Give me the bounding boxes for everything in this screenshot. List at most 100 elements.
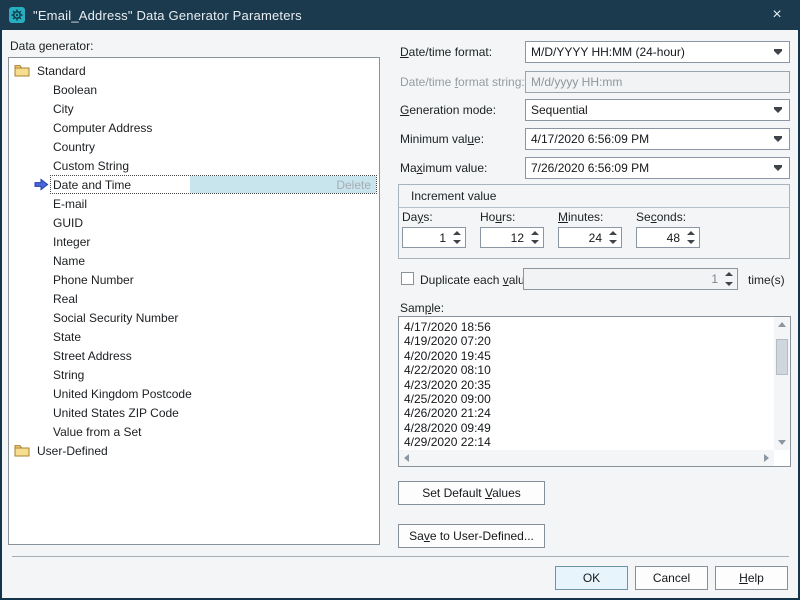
tree-item-guid[interactable]: GUID xyxy=(9,213,379,232)
group-divider xyxy=(399,207,789,208)
spin-down-icon[interactable] xyxy=(722,279,736,289)
tree-item-united-states-zip-code[interactable]: United States ZIP Code xyxy=(9,403,379,422)
scroll-up-icon[interactable] xyxy=(778,322,786,327)
tree-item-label: Social Security Number xyxy=(9,311,178,325)
save-to-user-defined-button[interactable]: Save to User-Defined... xyxy=(398,524,545,548)
spin-up-icon[interactable] xyxy=(684,228,698,238)
format-string-input: M/d/yyyy HH:mm xyxy=(525,71,790,93)
tree-item-label: E-mail xyxy=(9,197,87,211)
sample-item[interactable]: 4/20/2020 19:45 xyxy=(404,349,773,363)
sample-item[interactable]: 4/28/2020 09:49 xyxy=(404,421,773,435)
cancel-label: Cancel xyxy=(653,571,690,585)
close-button[interactable]: × xyxy=(754,0,800,30)
tree-item-label: Country xyxy=(9,140,95,154)
spin-up-icon[interactable] xyxy=(528,228,542,238)
hours-stepper[interactable]: 12 xyxy=(480,227,544,248)
folder-icon xyxy=(14,64,30,77)
spin-down-icon[interactable] xyxy=(684,238,698,248)
tree-item-state[interactable]: State xyxy=(9,327,379,346)
sample-label: Sample: xyxy=(400,301,444,315)
selected-row-focusbox: Date and TimeDelete xyxy=(50,175,377,194)
minutes-stepper[interactable]: 24 xyxy=(558,227,622,248)
tree-item-label: Standard xyxy=(37,64,86,78)
horizontal-scrollbar[interactable] xyxy=(399,450,774,466)
tree-item-custom-string[interactable]: Custom String xyxy=(9,156,379,175)
datetime-format-label: Date/time format: xyxy=(400,45,492,59)
spin-down-icon[interactable] xyxy=(528,238,542,248)
tree-item-computer-address[interactable]: Computer Address xyxy=(9,118,379,137)
sample-item[interactable]: 4/23/2020 20:35 xyxy=(404,378,773,392)
set-default-values-label: Set Default Values xyxy=(422,486,521,500)
tree-item-phone-number[interactable]: Phone Number xyxy=(9,270,379,289)
spin-down-icon[interactable] xyxy=(606,238,620,248)
datetime-format-value: M/D/YYYY HH:MM (24-hour) xyxy=(531,45,685,59)
tree-item-street-address[interactable]: Street Address xyxy=(9,346,379,365)
sample-item[interactable]: 4/25/2020 09:00 xyxy=(404,392,773,406)
sample-item[interactable]: 4/29/2020 22:14 xyxy=(404,435,773,449)
seconds-label: Seconds: xyxy=(636,210,686,224)
minimum-value-combo[interactable]: 4/17/2020 6:56:09 PM xyxy=(525,128,790,150)
sample-listbox: 4/17/2020 18:564/19/2020 07:204/20/2020 … xyxy=(398,316,791,467)
maximum-value-text: 7/26/2020 6:56:09 PM xyxy=(531,161,649,175)
scrollbar-thumb[interactable] xyxy=(776,339,788,375)
sample-item[interactable]: 4/17/2020 18:56 xyxy=(404,320,773,334)
spin-down-icon[interactable] xyxy=(450,238,464,248)
tree-item-integer[interactable]: Integer xyxy=(9,232,379,251)
selected-item-arrow-icon xyxy=(34,178,49,191)
data-generator-tree: Standard BooleanCityComputer Address Count… xyxy=(8,57,380,545)
sample-item[interactable]: 4/19/2020 07:20 xyxy=(404,334,773,348)
spin-up-icon[interactable] xyxy=(450,228,464,238)
tree-item-string[interactable]: String xyxy=(9,365,379,384)
sample-item[interactable]: 4/26/2020 21:24 xyxy=(404,406,773,420)
tree-item-real[interactable]: Real xyxy=(9,289,379,308)
set-default-values-button[interactable]: Set Default Values xyxy=(398,481,545,505)
generation-mode-value: Sequential xyxy=(531,103,588,117)
seconds-stepper[interactable]: 48 xyxy=(636,227,700,248)
tree-item-country[interactable]: Country xyxy=(9,137,379,156)
delete-inline-button[interactable]: Delete xyxy=(190,176,376,193)
tree-item-label: Integer xyxy=(9,235,90,249)
sample-item[interactable]: 4/22/2020 08:10 xyxy=(404,363,773,377)
tree-item-label: State xyxy=(9,330,81,344)
times-suffix-label: time(s) xyxy=(748,273,785,287)
tree-item-value-from-a-set[interactable]: Value from a Set xyxy=(9,422,379,441)
maximum-value-combo[interactable]: 7/26/2020 6:56:09 PM xyxy=(525,157,790,179)
tree-item-label: GUID xyxy=(9,216,83,230)
spin-up-icon[interactable] xyxy=(606,228,620,238)
data-generator-label: Data generator: xyxy=(10,39,93,53)
scroll-down-icon[interactable] xyxy=(778,440,786,445)
tree-item-name[interactable]: Name xyxy=(9,251,379,270)
scroll-left-icon[interactable] xyxy=(404,454,409,462)
tree-item-e-mail[interactable]: E-mail xyxy=(9,194,379,213)
tree-item-date-and-time[interactable]: Date and TimeDelete xyxy=(9,175,379,194)
scroll-right-icon[interactable] xyxy=(764,454,769,462)
hours-label: Hours: xyxy=(480,210,515,224)
vertical-scrollbar[interactable] xyxy=(774,317,790,450)
minimum-value-label: Minimum value: xyxy=(400,132,484,146)
datetime-format-combo[interactable]: M/D/YYYY HH:MM (24-hour) xyxy=(525,41,790,63)
chevron-down-icon xyxy=(774,167,782,171)
generation-mode-combo[interactable]: Sequential xyxy=(525,99,790,121)
footer-divider xyxy=(12,556,789,557)
minutes-label: Minutes: xyxy=(558,210,603,224)
tree-item-social-security-number[interactable]: Social Security Number xyxy=(9,308,379,327)
tree-item-label: Real xyxy=(9,292,78,306)
tree-item-user-defined[interactable]: User-Defined xyxy=(9,441,379,460)
gear-icon xyxy=(9,7,25,23)
cancel-button[interactable]: Cancel xyxy=(635,566,708,590)
duplicate-each-value-checkbox[interactable] xyxy=(401,272,414,285)
help-button[interactable]: Help xyxy=(715,566,788,590)
title-bar: "Email_Address" Data Generator Parameter… xyxy=(0,0,800,30)
days-stepper[interactable]: 1 xyxy=(402,227,466,248)
tree-item-city[interactable]: City xyxy=(9,99,379,118)
tree-item-standard[interactable]: Standard xyxy=(9,61,379,80)
ok-label: OK xyxy=(583,571,600,585)
spin-up-icon[interactable] xyxy=(722,269,736,279)
tree-item-label: United States ZIP Code xyxy=(9,406,179,420)
tree-item-united-kingdom-postcode[interactable]: United Kingdom Postcode xyxy=(9,384,379,403)
tree-item-boolean[interactable]: Boolean xyxy=(9,80,379,99)
save-to-user-defined-label: Save to User-Defined... xyxy=(409,529,534,543)
ok-button[interactable]: OK xyxy=(555,566,628,590)
tree-item-label: Date and Time xyxy=(51,176,190,193)
sample-list: 4/17/2020 18:564/19/2020 07:204/20/2020 … xyxy=(400,318,773,449)
